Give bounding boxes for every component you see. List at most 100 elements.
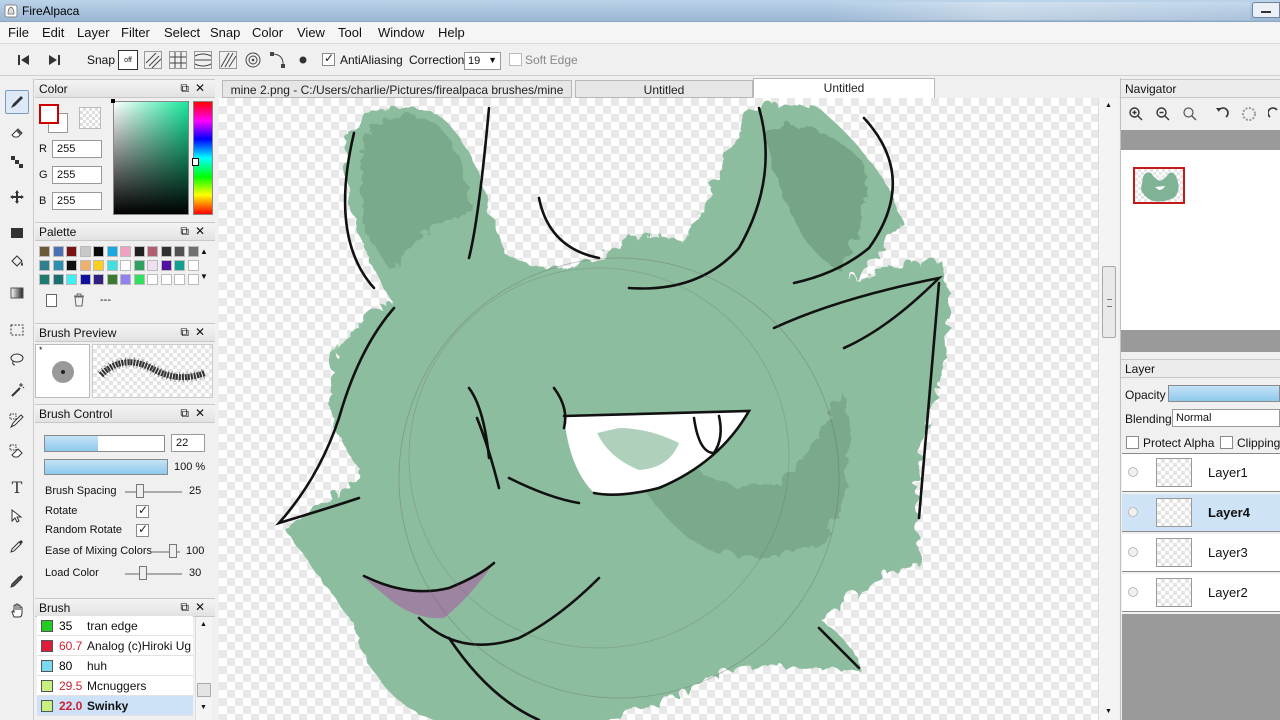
- rotate-reset-icon[interactable]: [1241, 106, 1257, 125]
- palette-swatch[interactable]: [39, 246, 50, 257]
- correction-select[interactable]: 19 ▼: [464, 52, 501, 70]
- zoom-out-icon[interactable]: [1155, 106, 1171, 125]
- palette-swatch[interactable]: [160, 246, 172, 257]
- close-icon[interactable]: ✕: [195, 81, 211, 95]
- undock-icon[interactable]: ⧉: [180, 406, 195, 420]
- hand-tool-icon[interactable]: [5, 599, 29, 623]
- tab-mine2[interactable]: mine 2.png - C:/Users/charlie/Pictures/f…: [222, 80, 572, 111]
- palette-swatch[interactable]: [187, 274, 199, 285]
- palette-scroll-down-icon[interactable]: ▼: [200, 272, 208, 281]
- brush-size-slider[interactable]: [44, 435, 165, 452]
- menu-snap[interactable]: Snap: [210, 25, 240, 40]
- palette-scroll-up-icon[interactable]: ▲: [200, 247, 208, 256]
- operation-tool-icon[interactable]: [5, 504, 29, 528]
- menu-layer[interactable]: Layer: [77, 25, 110, 40]
- undock-icon[interactable]: ⧉: [180, 81, 195, 95]
- brush-list-scrollbar[interactable]: ▲ ▼: [195, 617, 212, 720]
- brush-spacing-slider[interactable]: [136, 484, 144, 498]
- clipping-checkbox[interactable]: [1220, 436, 1233, 449]
- palette-swatch[interactable]: [66, 260, 77, 271]
- undock-icon[interactable]: ⧉: [180, 600, 195, 614]
- palette-swatch[interactable]: [174, 274, 185, 285]
- palette-swatch[interactable]: [39, 274, 50, 285]
- protect-alpha-checkbox[interactable]: [1126, 436, 1139, 449]
- layer-row[interactable]: Layer4: [1122, 494, 1280, 532]
- rotate-left-icon[interactable]: [1214, 106, 1230, 125]
- snap-dot-icon[interactable]: [296, 50, 310, 70]
- palette-swatch[interactable]: [93, 260, 104, 271]
- palette-swatch[interactable]: [120, 274, 131, 285]
- navigator-preview[interactable]: [1121, 150, 1280, 330]
- minimize-button[interactable]: [1252, 2, 1280, 18]
- palette-swatch[interactable]: [160, 274, 172, 285]
- palette-swatch[interactable]: [187, 246, 199, 257]
- brush-list-item[interactable]: 29.5 Mcnuggers: [37, 676, 193, 696]
- brush-opacity-slider[interactable]: [44, 459, 168, 475]
- new-palette-icon[interactable]: [46, 294, 57, 307]
- brush-list-item[interactable]: 60.7 Analog (c)Hiroki Ug: [37, 636, 193, 656]
- palette-swatch[interactable]: [106, 274, 118, 285]
- undock-icon[interactable]: ⧉: [180, 224, 195, 238]
- palette-swatch[interactable]: [39, 260, 50, 271]
- antialiasing-checkbox[interactable]: [322, 51, 335, 66]
- brush-size-field[interactable]: 22: [171, 434, 205, 452]
- snap-off-button[interactable]: off: [118, 50, 138, 70]
- layer-row[interactable]: Layer3: [1122, 534, 1280, 572]
- snap-radial-icon[interactable]: [193, 50, 213, 70]
- prev-icon[interactable]: [14, 50, 34, 70]
- palette-swatch[interactable]: [106, 260, 118, 271]
- snap-grid-icon[interactable]: [168, 50, 188, 70]
- zoom-in-icon[interactable]: [1128, 106, 1144, 125]
- navigator-view-rect[interactable]: [1133, 167, 1185, 204]
- menu-select[interactable]: Select: [164, 25, 200, 40]
- layer-visibility-icon[interactable]: [1128, 467, 1138, 477]
- palette-swatch[interactable]: [120, 260, 131, 271]
- palette-swatch[interactable]: [52, 274, 64, 285]
- menu-edit[interactable]: Edit: [42, 25, 64, 40]
- palette-swatch[interactable]: [160, 260, 172, 271]
- canvas-scroll-thumb[interactable]: [1102, 266, 1116, 338]
- palette-swatch[interactable]: [133, 246, 145, 257]
- scroll-up-icon[interactable]: ▲: [200, 621, 207, 628]
- close-icon[interactable]: ✕: [195, 406, 211, 420]
- select-pen-tool-icon[interactable]: [5, 409, 29, 433]
- layer-opacity-slider[interactable]: [1168, 385, 1280, 402]
- palette-swatch[interactable]: [187, 260, 199, 271]
- scroll-up-icon[interactable]: ▲: [1105, 102, 1112, 109]
- g-value-field[interactable]: 255: [52, 166, 102, 184]
- menu-file[interactable]: File: [8, 25, 29, 40]
- b-value-field[interactable]: 255: [52, 192, 102, 210]
- canvas-vertical-scrollbar[interactable]: ▲ ▼: [1098, 98, 1118, 720]
- layer-visibility-icon[interactable]: [1128, 547, 1138, 557]
- close-icon[interactable]: ✕: [195, 325, 211, 339]
- palette-swatch[interactable]: [174, 260, 185, 271]
- select-tool-icon[interactable]: [5, 318, 29, 342]
- menu-tool[interactable]: Tool: [338, 25, 362, 40]
- gradient-tool-icon[interactable]: [5, 281, 29, 305]
- tab-untitled-2[interactable]: Untitled: [753, 78, 935, 98]
- snap-perspective-icon[interactable]: [218, 50, 238, 70]
- rotate-right-icon[interactable]: [1267, 106, 1280, 125]
- brush-list-item[interactable]: 80 huh: [37, 656, 193, 676]
- palette-swatch[interactable]: [79, 274, 91, 285]
- delete-palette-icon[interactable]: [72, 293, 86, 310]
- text-tool-icon[interactable]: T: [5, 475, 29, 499]
- menu-window[interactable]: Window: [378, 25, 424, 40]
- brush-list-item[interactable]: 35 tran edge: [37, 616, 193, 636]
- menu-help[interactable]: Help: [438, 25, 465, 40]
- tab-untitled-1[interactable]: Untitled: [575, 80, 753, 98]
- soft-edge-checkbox[interactable]: [509, 53, 522, 66]
- scroll-down-icon[interactable]: ▼: [200, 704, 207, 711]
- palette-swatch[interactable]: [120, 246, 131, 257]
- layer-visibility-icon[interactable]: [1128, 587, 1138, 597]
- palette-swatch[interactable]: [52, 246, 64, 257]
- hue-slider-marker[interactable]: [192, 158, 199, 166]
- random-rotate-checkbox[interactable]: [136, 522, 149, 537]
- lasso-tool-icon[interactable]: [5, 347, 29, 371]
- r-value-field[interactable]: 255: [52, 140, 102, 158]
- menu-filter[interactable]: Filter: [121, 25, 150, 40]
- palette-swatch[interactable]: [147, 260, 158, 271]
- undock-icon[interactable]: ⧉: [180, 325, 195, 339]
- snap-curve-icon[interactable]: [268, 50, 288, 70]
- eraser-tool-icon[interactable]: [5, 120, 29, 144]
